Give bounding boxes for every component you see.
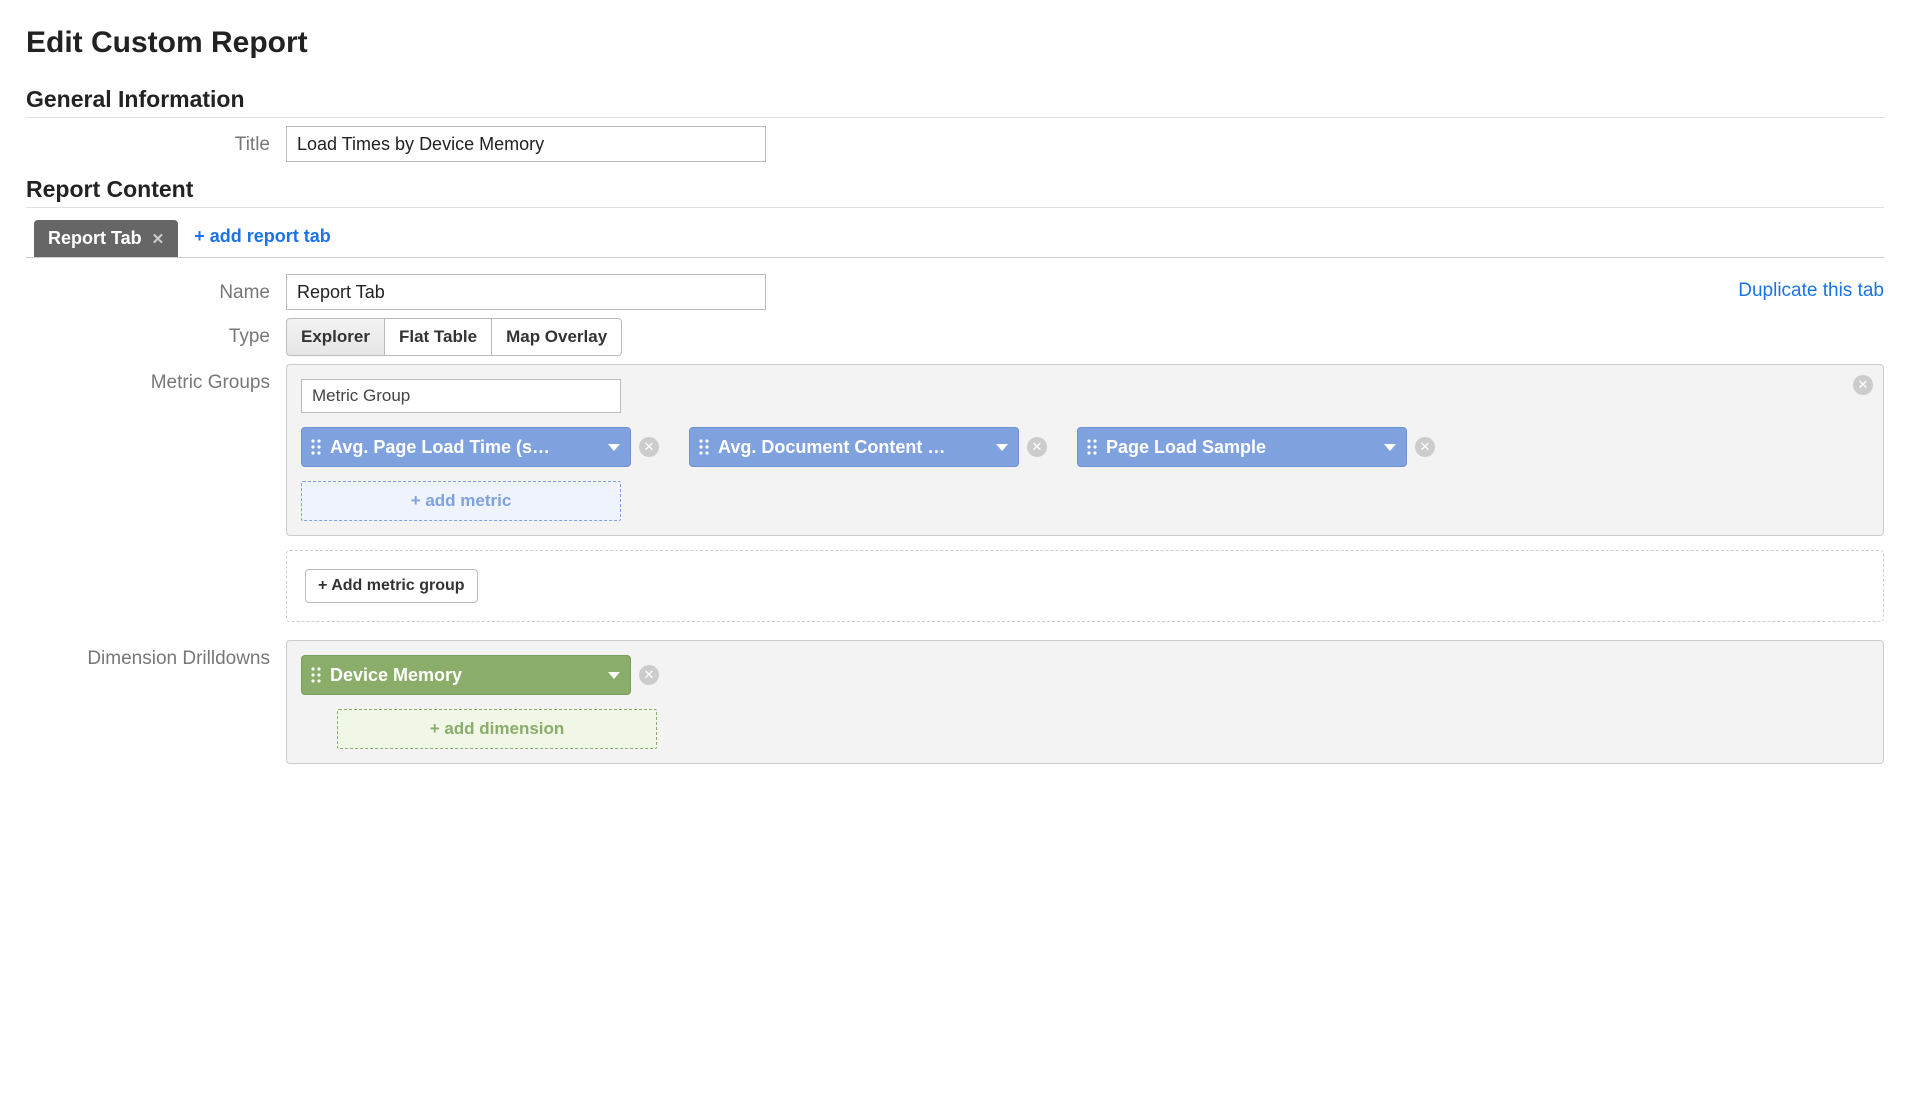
remove-metric-icon[interactable]: ✕: [639, 437, 659, 457]
drag-handle-icon[interactable]: [1086, 438, 1098, 456]
type-label: Type: [26, 318, 286, 348]
page-title: Edit Custom Report: [26, 26, 1884, 60]
add-report-tab-link[interactable]: + add report tab: [178, 216, 347, 257]
duplicate-tab-link[interactable]: Duplicate this tab: [1738, 280, 1884, 302]
title-label: Title: [26, 126, 286, 156]
dimension-chip-label: Device Memory: [330, 665, 600, 686]
metric-chip[interactable]: Avg. Document Content …: [689, 427, 1019, 467]
metric-chip-label: Avg. Document Content …: [718, 437, 988, 458]
add-metric-group-box: + Add metric group: [286, 550, 1884, 622]
add-dimension-button[interactable]: + add dimension: [337, 709, 657, 749]
drag-handle-icon[interactable]: [310, 438, 322, 456]
name-label: Name: [26, 274, 286, 304]
chevron-down-icon: [608, 444, 620, 451]
title-input[interactable]: [286, 126, 766, 162]
metric-chip-label: Page Load Sample: [1106, 437, 1376, 458]
type-explorer-button[interactable]: Explorer: [286, 318, 385, 356]
metric-group-box: ✕ Avg. Page Load Time (s… ✕ Avg. Documen…: [286, 364, 1884, 536]
remove-metric-group-icon[interactable]: ✕: [1853, 375, 1873, 395]
type-map-overlay-button[interactable]: Map Overlay: [491, 318, 622, 356]
close-icon[interactable]: ✕: [152, 230, 165, 248]
metric-chip-label: Avg. Page Load Time (s…: [330, 437, 600, 458]
metric-chip[interactable]: Page Load Sample: [1077, 427, 1407, 467]
add-metric-button[interactable]: + add metric: [301, 481, 621, 521]
report-tab[interactable]: Report Tab ✕: [34, 220, 178, 257]
remove-dimension-icon[interactable]: ✕: [639, 665, 659, 685]
drag-handle-icon[interactable]: [698, 438, 710, 456]
dimension-group-box: Device Memory ✕ + add dimension: [286, 640, 1884, 764]
section-general-title: General Information: [26, 86, 1884, 118]
type-flat-table-button[interactable]: Flat Table: [384, 318, 492, 356]
report-tab-label: Report Tab: [48, 228, 142, 249]
chevron-down-icon: [996, 444, 1008, 451]
metric-group-name-input[interactable]: [301, 379, 621, 413]
add-metric-group-button[interactable]: + Add metric group: [305, 569, 478, 603]
dimension-chip[interactable]: Device Memory: [301, 655, 631, 695]
type-segmented-control: Explorer Flat Table Map Overlay: [286, 318, 622, 356]
drag-handle-icon[interactable]: [310, 666, 322, 684]
metric-chip[interactable]: Avg. Page Load Time (s…: [301, 427, 631, 467]
section-content-title: Report Content: [26, 176, 1884, 208]
dimension-drilldowns-label: Dimension Drilldowns: [26, 640, 286, 670]
remove-metric-icon[interactable]: ✕: [1415, 437, 1435, 457]
remove-metric-icon[interactable]: ✕: [1027, 437, 1047, 457]
metric-groups-label: Metric Groups: [26, 364, 286, 394]
name-input[interactable]: [286, 274, 766, 310]
chevron-down-icon: [1384, 444, 1396, 451]
chevron-down-icon: [608, 672, 620, 679]
